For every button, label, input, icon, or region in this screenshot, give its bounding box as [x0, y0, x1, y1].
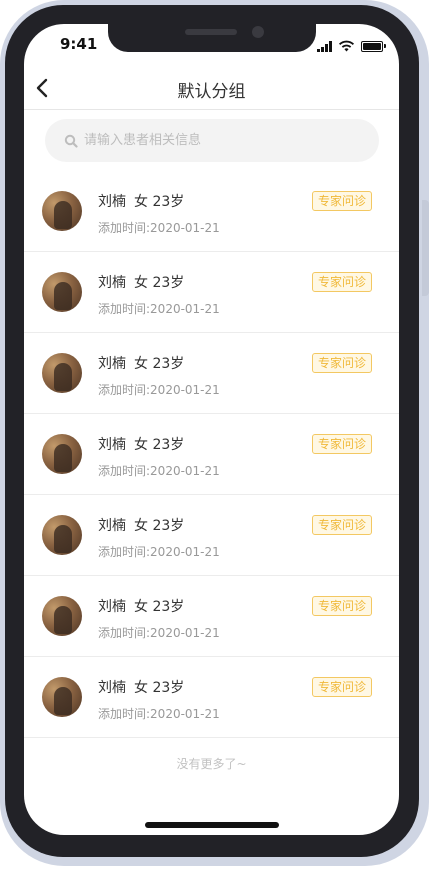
patient-name-line: 刘楠女 23岁: [98, 353, 184, 373]
patient-list: 刘楠女 23岁 添加时间:2020-01-21 专家问诊 刘楠女 23岁 添加时…: [24, 171, 399, 738]
patient-row[interactable]: 刘楠女 23岁 添加时间:2020-01-21 专家问诊: [24, 414, 399, 495]
consultation-tag: 专家问诊: [311, 353, 372, 373]
search-input[interactable]: [82, 132, 346, 149]
patient-gender-age: 女 23岁: [134, 680, 185, 696]
added-time: 添加时间:2020-01-21: [98, 626, 220, 640]
patient-gender-age: 女 23岁: [134, 599, 185, 615]
search-icon: [64, 134, 78, 148]
consultation-tag: 专家问诊: [311, 677, 372, 697]
patient-gender-age: 女 23岁: [134, 275, 185, 291]
patient-name: 刘楠: [98, 680, 126, 696]
patient-name: 刘楠: [98, 437, 126, 453]
search-bar[interactable]: [45, 119, 379, 162]
added-time: 添加时间:2020-01-21: [98, 383, 220, 397]
added-time: 添加时间:2020-01-21: [98, 707, 220, 721]
battery-icon: [361, 41, 386, 52]
speaker-grille: [185, 29, 237, 35]
patient-name-line: 刘楠女 23岁: [98, 191, 184, 211]
avatar: [42, 434, 82, 474]
avatar: [42, 596, 82, 636]
front-camera: [252, 26, 264, 38]
patient-name-line: 刘楠女 23岁: [98, 272, 184, 292]
patient-row[interactable]: 刘楠女 23岁 添加时间:2020-01-21 专家问诊: [24, 171, 399, 252]
avatar: [42, 515, 82, 555]
notch: [108, 24, 316, 52]
navigation-bar: 默认分组: [24, 68, 399, 110]
patient-row[interactable]: 刘楠女 23岁 添加时间:2020-01-21 专家问诊: [24, 495, 399, 576]
consultation-tag: 专家问诊: [311, 191, 372, 211]
patient-row[interactable]: 刘楠女 23岁 添加时间:2020-01-21 专家问诊: [24, 252, 399, 333]
page-title: 默认分组: [177, 82, 246, 102]
avatar: [42, 353, 82, 393]
status-icons: [317, 38, 386, 52]
added-time: 添加时间:2020-01-21: [98, 302, 220, 316]
patient-name: 刘楠: [98, 518, 126, 534]
patient-gender-age: 女 23岁: [134, 356, 185, 372]
avatar: [42, 191, 82, 231]
added-time: 添加时间:2020-01-21: [98, 221, 220, 235]
patient-row[interactable]: 刘楠女 23岁 添加时间:2020-01-21 专家问诊: [24, 576, 399, 657]
status-time: 9:41: [60, 35, 98, 53]
added-time: 添加时间:2020-01-21: [98, 545, 220, 559]
patient-name-line: 刘楠女 23岁: [98, 515, 184, 535]
patient-name: 刘楠: [98, 356, 126, 372]
end-of-list-note: 没有更多了~: [176, 757, 247, 771]
cellular-signal-icon: [317, 40, 332, 52]
patient-name: 刘楠: [98, 275, 126, 291]
patient-row[interactable]: 刘楠女 23岁 添加时间:2020-01-21 专家问诊: [24, 657, 399, 738]
phone-side-button: [422, 200, 429, 296]
wifi-icon: [338, 40, 355, 52]
patient-name-line: 刘楠女 23岁: [98, 677, 184, 697]
patient-name-line: 刘楠女 23岁: [98, 434, 184, 454]
patient-name-line: 刘楠女 23岁: [98, 596, 184, 616]
consultation-tag: 专家问诊: [311, 515, 372, 535]
patient-gender-age: 女 23岁: [134, 518, 185, 534]
patient-row[interactable]: 刘楠女 23岁 添加时间:2020-01-21 专家问诊: [24, 333, 399, 414]
consultation-tag: 专家问诊: [311, 596, 372, 616]
added-time: 添加时间:2020-01-21: [98, 464, 220, 478]
patient-name: 刘楠: [98, 194, 126, 210]
avatar: [42, 677, 82, 717]
patient-name: 刘楠: [98, 599, 126, 615]
avatar: [42, 272, 82, 312]
home-indicator[interactable]: [145, 822, 279, 828]
consultation-tag: 专家问诊: [311, 434, 372, 454]
app-screen: 9:41 默认分组 刘楠女 23岁 添加时间:2020-01-21 专家问诊: [24, 24, 399, 835]
patient-gender-age: 女 23岁: [134, 194, 185, 210]
patient-gender-age: 女 23岁: [134, 437, 185, 453]
consultation-tag: 专家问诊: [311, 272, 372, 292]
